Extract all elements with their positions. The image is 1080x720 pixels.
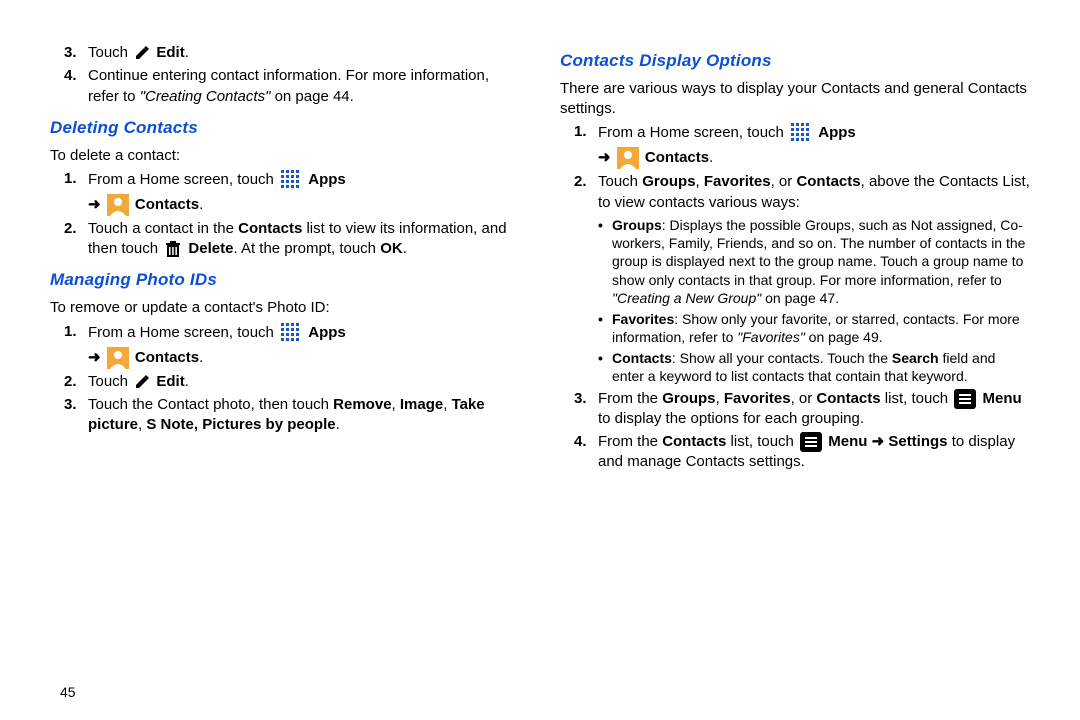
intro-text: To delete a contact: (50, 146, 520, 166)
numbered-step: 1.From a Home screen, touch Apps (64, 322, 520, 344)
contact-icon (617, 147, 639, 169)
heading-managing-photo-ids: Managing Photo IDs (50, 269, 520, 292)
left-column: 3.Touch Edit. 4.Continue entering contact… (50, 40, 520, 476)
step-subline: ➜ Contacts. (88, 194, 520, 216)
pencil-icon (134, 374, 150, 390)
bullet-item: •Groups: Displays the possible Groups, s… (598, 216, 1030, 307)
numbered-step: 2.Touch Edit. (64, 372, 520, 392)
arrow-icon: ➜ (88, 349, 101, 366)
numbered-step: 3.Touch the Contact photo, then touch Re… (64, 395, 520, 436)
numbered-step: 3.From the Groups, Favorites, or Contact… (574, 389, 1030, 430)
numbered-step: 3.Touch Edit. (64, 43, 520, 63)
bullet-item: •Contacts: Show all your contacts. Touch… (598, 349, 1030, 385)
contact-icon (107, 347, 129, 369)
step-subline: ➜ Contacts. (88, 347, 520, 369)
apps-icon (790, 122, 812, 144)
intro-text: There are various ways to display your C… (560, 79, 1030, 120)
intro-text: To remove or update a contact's Photo ID… (50, 298, 520, 318)
heading-deleting-contacts: Deleting Contacts (50, 117, 520, 140)
numbered-step: 2.Touch a contact in the Contacts list t… (64, 219, 520, 260)
bullet-item: •Favorites: Show only your favorite, or … (598, 310, 1030, 346)
manual-page: 3.Touch Edit. 4.Continue entering contact… (0, 0, 1080, 496)
numbered-step: 2.Touch Groups, Favorites, or Contacts, … (574, 172, 1030, 213)
arrow-icon: ➜ (598, 149, 611, 166)
trash-icon (164, 240, 182, 258)
step-subline: ➜ Contacts. (598, 147, 1030, 169)
right-column: Contacts Display Options There are variou… (560, 40, 1030, 476)
numbered-step: 4.From the Contacts list, touch Menu ➜ S… (574, 432, 1030, 473)
apps-icon (280, 322, 302, 344)
arrow-icon: ➜ (88, 196, 101, 213)
pencil-icon (134, 45, 150, 61)
menu-icon (954, 389, 976, 409)
page-number: 45 (60, 684, 76, 700)
contact-icon (107, 194, 129, 216)
arrow-icon: ➜ (872, 433, 885, 450)
menu-icon (800, 432, 822, 452)
numbered-step: 1.From a Home screen, touch Apps (64, 169, 520, 191)
heading-contacts-display-options: Contacts Display Options (560, 50, 1030, 73)
numbered-step: 1.From a Home screen, touch Apps (574, 122, 1030, 144)
numbered-step: 4.Continue entering contact information.… (64, 66, 520, 107)
apps-icon (280, 169, 302, 191)
